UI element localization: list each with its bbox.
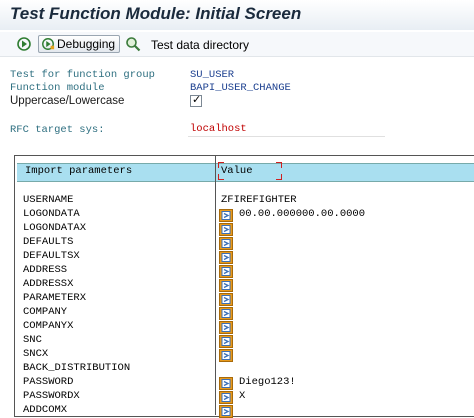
param-value[interactable]: 00.00.000000.00.0000	[239, 208, 365, 220]
param-name: ADDRESSX	[23, 278, 74, 290]
rfc-target-input[interactable]: localhost	[188, 122, 385, 137]
rfc-target-label: RFC target sys:	[10, 124, 105, 136]
param-name: LOGONDATA	[23, 208, 80, 220]
param-name: LOGONDATAX	[23, 222, 87, 234]
structure-editor-icon[interactable]	[219, 349, 233, 362]
debugging-label: Debugging	[57, 37, 116, 51]
function-group-value: SU_USER	[190, 69, 235, 81]
structure-editor-icon[interactable]	[219, 335, 233, 348]
focus-bracket-tl	[218, 162, 224, 168]
structure-editor-icon[interactable]	[219, 307, 233, 320]
title-bar: Test Function Module: Initial Screen	[0, 0, 474, 30]
structure-editor-icon[interactable]	[219, 265, 233, 278]
param-name: USERNAME	[23, 194, 74, 206]
structure-editor-icon[interactable]	[219, 391, 233, 404]
uppercase-lowercase-checkbox[interactable]: ✓	[190, 93, 202, 107]
import-parameters-header: Import parameters	[25, 165, 133, 177]
param-name: ADDCOMX	[23, 404, 68, 416]
window-title: Test Function Module: Initial Screen	[10, 4, 302, 23]
execute-icon[interactable]	[16, 36, 32, 52]
structure-editor-icon[interactable]	[219, 377, 233, 390]
function-module-value: BAPI_USER_CHANGE	[190, 82, 291, 94]
function-group-label: Test for function group	[10, 69, 155, 81]
focus-bracket-tr	[276, 162, 282, 168]
rfc-target-value: localhost	[190, 123, 247, 135]
value-header: Value	[221, 165, 253, 177]
function-module-label: Function module	[10, 82, 105, 94]
param-name: COMPANYX	[23, 320, 74, 332]
debugging-button[interactable]: Debugging	[38, 35, 121, 53]
structure-editor-icon[interactable]	[219, 293, 233, 306]
uppercase-lowercase-label: Uppercase/Lowercase	[10, 95, 125, 107]
param-value[interactable]: Diego123!	[239, 376, 296, 388]
param-name: BACK_DISTRIBUTION	[23, 362, 131, 374]
structure-editor-icon[interactable]	[219, 279, 233, 292]
param-name: COMPANY	[23, 306, 68, 318]
param-value[interactable]: ZFIREFIGHTER	[221, 194, 297, 206]
param-name: DEFAULTSX	[23, 250, 80, 262]
structure-editor-icon[interactable]	[219, 251, 233, 264]
column-divider	[215, 155, 216, 415]
param-name: PASSWORD	[23, 376, 74, 388]
debug-icon	[42, 38, 55, 50]
focus-bracket-bl	[218, 174, 224, 180]
structure-editor-icon[interactable]	[219, 223, 233, 236]
param-name: PASSWORDX	[23, 390, 80, 402]
param-name: ADDRESS	[23, 264, 68, 276]
structure-editor-icon[interactable]	[219, 321, 233, 334]
test-data-icon[interactable]	[125, 36, 141, 52]
param-value[interactable]: X	[239, 390, 245, 402]
structure-editor-icon[interactable]	[219, 209, 233, 222]
structure-editor-icon[interactable]	[219, 405, 233, 418]
focus-bracket-br	[276, 174, 282, 180]
test-data-directory-link[interactable]: Test data directory	[151, 38, 249, 52]
param-name: SNC	[23, 334, 42, 346]
param-name: DEFAULTS	[23, 236, 74, 248]
param-name: PARAMETERX	[23, 292, 87, 304]
structure-editor-icon[interactable]	[219, 237, 233, 250]
param-name: SNCX	[23, 348, 49, 360]
